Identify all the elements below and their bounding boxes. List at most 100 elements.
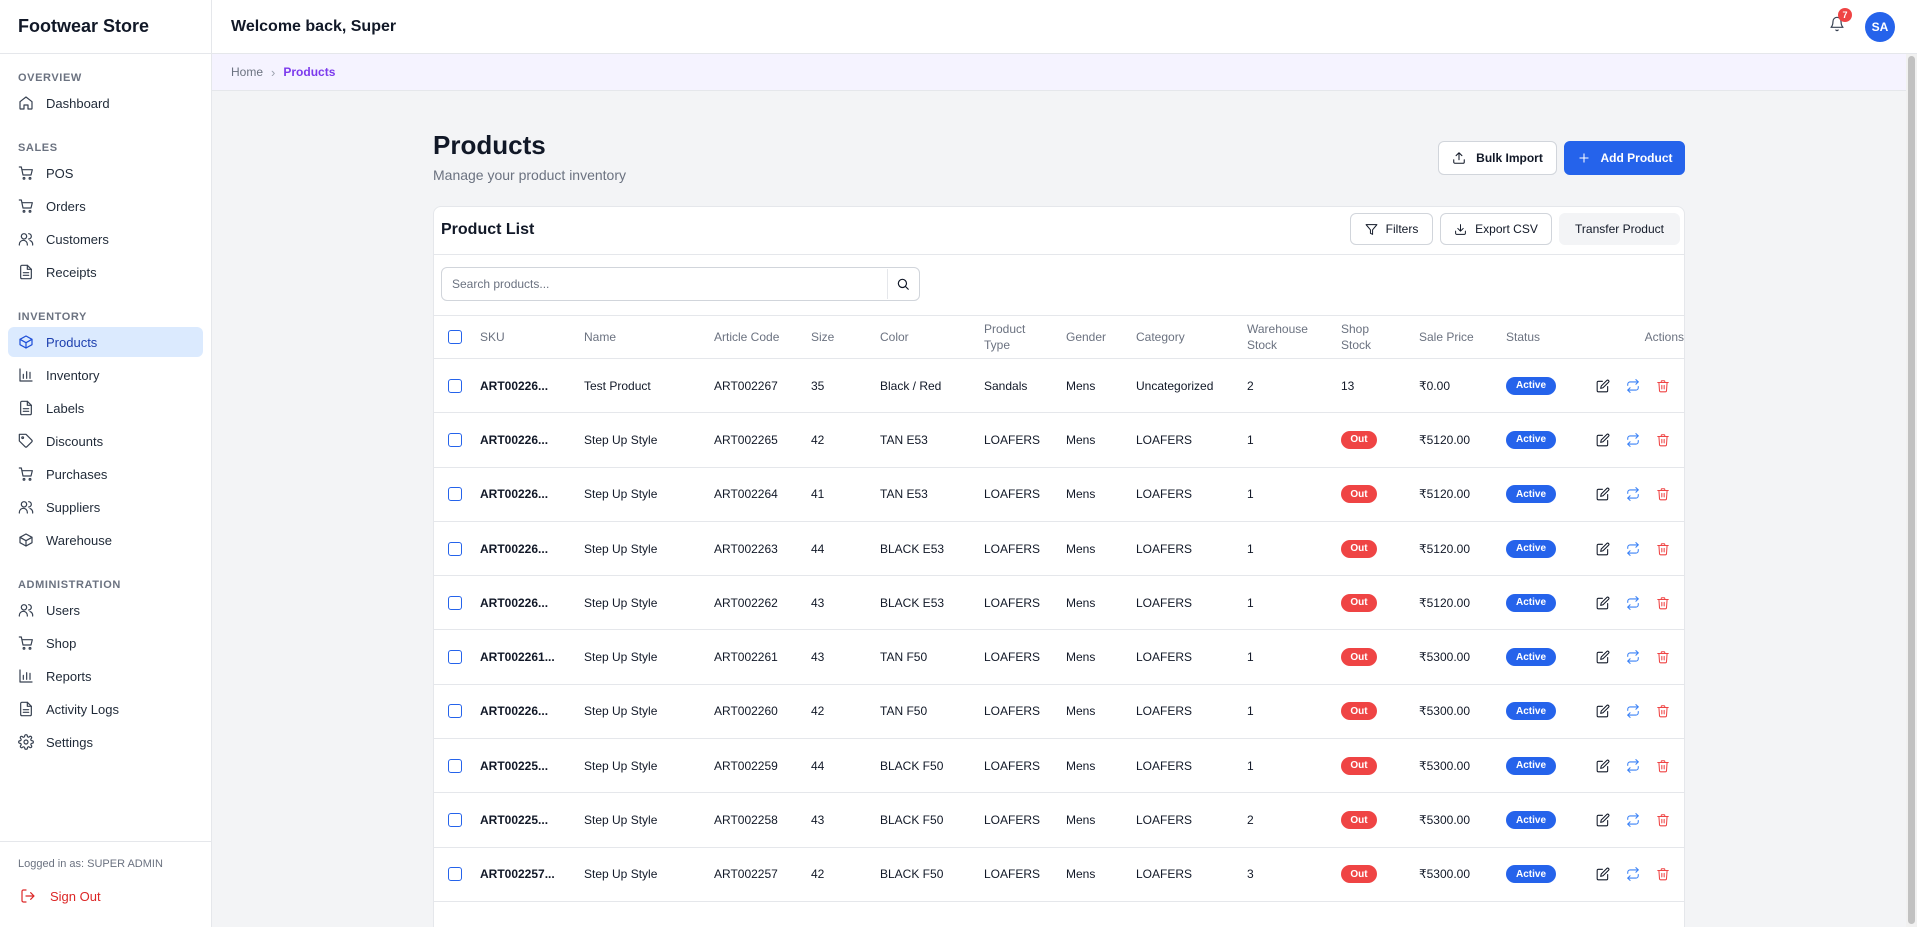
column-header-size[interactable]: Size: [811, 329, 880, 345]
edit-button[interactable]: [1594, 702, 1612, 720]
cell-size: 42: [811, 432, 825, 447]
sidebar-item-discounts[interactable]: Discounts: [8, 426, 203, 456]
add-product-button[interactable]: Add Product: [1564, 141, 1685, 175]
sidebar-item-purchases[interactable]: Purchases: [8, 459, 203, 489]
column-header-category[interactable]: Category: [1136, 329, 1247, 345]
column-header-sale-price[interactable]: Sale Price: [1419, 329, 1506, 345]
row-checkbox[interactable]: [448, 432, 462, 447]
sidebar-item-suppliers[interactable]: Suppliers: [8, 492, 203, 522]
sidebar-item-inventory[interactable]: Inventory: [8, 360, 203, 390]
row-checkbox[interactable]: [448, 813, 462, 828]
search-input[interactable]: [442, 268, 887, 300]
transfer-product-button[interactable]: Transfer Product: [1559, 213, 1680, 245]
column-header-color[interactable]: Color: [880, 329, 984, 345]
transfer-button[interactable]: [1624, 702, 1642, 720]
row-select-cell: [434, 813, 480, 828]
edit-button[interactable]: [1594, 648, 1612, 666]
transfer-button[interactable]: [1624, 431, 1642, 449]
bulk-import-button[interactable]: Bulk Import: [1438, 141, 1557, 175]
row-checkbox[interactable]: [448, 867, 462, 882]
delete-button[interactable]: [1654, 485, 1672, 503]
transfer-button[interactable]: [1624, 811, 1642, 829]
column-header-shop-stock[interactable]: Shop Stock: [1341, 321, 1419, 353]
sidebar-item-receipts[interactable]: Receipts: [8, 257, 203, 287]
transfer-button[interactable]: [1624, 540, 1642, 558]
select-all-checkbox[interactable]: [448, 330, 462, 344]
table-row: ART00225... Step Up Style ART002259 44 BLACK…: [434, 739, 1684, 794]
cell-color: BLACK F50: [880, 867, 944, 882]
delete-button[interactable]: [1654, 594, 1672, 612]
sidebar-item-settings[interactable]: Settings: [8, 727, 203, 757]
delete-button[interactable]: [1654, 377, 1672, 395]
column-header-warehouse-stock[interactable]: Warehouse Stock: [1247, 321, 1341, 353]
filters-button[interactable]: Filters: [1350, 213, 1433, 245]
edit-button[interactable]: [1594, 377, 1612, 395]
column-header-name[interactable]: Name: [584, 329, 714, 345]
sidebar-item-pos[interactable]: POS: [8, 158, 203, 188]
transfer-button[interactable]: [1624, 377, 1642, 395]
row-checkbox[interactable]: [448, 704, 462, 719]
column-header-product-type[interactable]: Product Type: [984, 321, 1066, 353]
table-body: ART00226... Test Product ART002267 35 Black …: [434, 359, 1684, 902]
column-header-sku[interactable]: SKU: [480, 329, 584, 345]
cell-sale-price: ₹5300.00: [1419, 704, 1471, 719]
row-checkbox[interactable]: [448, 541, 462, 556]
column-header-article-code[interactable]: Article Code: [714, 329, 811, 345]
avatar[interactable]: SA: [1865, 12, 1895, 42]
sidebar-item-users[interactable]: Users: [8, 595, 203, 625]
row-checkbox[interactable]: [448, 378, 462, 393]
select-all-cell: [434, 330, 480, 344]
scrollbar-thumb[interactable]: [1908, 56, 1915, 924]
delete-button[interactable]: [1654, 811, 1672, 829]
delete-button[interactable]: [1654, 702, 1672, 720]
edit-button[interactable]: [1594, 540, 1612, 558]
row-checkbox[interactable]: [448, 595, 462, 610]
breadcrumb-home-link[interactable]: Home: [231, 65, 263, 79]
transfer-icon: [1627, 704, 1639, 719]
cell-category: LOAFERS: [1136, 541, 1193, 556]
cell-shop-stock: Out: [1341, 539, 1419, 558]
sidebar-item-warehouse[interactable]: Warehouse: [8, 525, 203, 555]
status-badge: Active: [1506, 865, 1556, 884]
edit-button[interactable]: [1594, 757, 1612, 775]
delete-button[interactable]: [1654, 431, 1672, 449]
sidebar-item-shop[interactable]: Shop: [8, 628, 203, 658]
transfer-button[interactable]: [1624, 757, 1642, 775]
sidebar-item-labels[interactable]: Labels: [8, 393, 203, 423]
notifications-button[interactable]: 7: [1829, 8, 1852, 36]
row-checkbox[interactable]: [448, 487, 462, 502]
sidebar-item-products[interactable]: Products: [8, 327, 203, 357]
sidebar-item-activity-logs[interactable]: Activity Logs: [8, 694, 203, 724]
edit-button[interactable]: [1594, 485, 1612, 503]
column-header-status[interactable]: Status: [1506, 329, 1594, 345]
sidebar-item-dashboard[interactable]: Dashboard: [8, 88, 203, 118]
transfer-button[interactable]: [1624, 485, 1642, 503]
edit-button[interactable]: [1594, 594, 1612, 612]
delete-button[interactable]: [1654, 757, 1672, 775]
breadcrumb: Home › Products: [212, 54, 1917, 91]
out-of-stock-badge: Out: [1341, 430, 1377, 449]
export-csv-button[interactable]: Export CSV: [1440, 213, 1552, 245]
delete-button[interactable]: [1654, 648, 1672, 666]
cell-size: 44: [811, 541, 825, 556]
sidebar-item-label: Inventory: [46, 367, 100, 383]
row-checkbox[interactable]: [448, 650, 462, 665]
row-checkbox[interactable]: [448, 758, 462, 773]
sidebar-item-reports[interactable]: Reports: [8, 661, 203, 691]
cell-shop-stock: 13: [1341, 379, 1419, 393]
transfer-button[interactable]: [1624, 594, 1642, 612]
sign-out-button[interactable]: Sign Out: [0, 888, 211, 904]
edit-button[interactable]: [1594, 811, 1612, 829]
column-header-gender[interactable]: Gender: [1066, 329, 1136, 345]
sidebar-item-customers[interactable]: Customers: [8, 224, 203, 254]
delete-button[interactable]: [1654, 540, 1672, 558]
transfer-button[interactable]: [1624, 648, 1642, 666]
edit-button[interactable]: [1594, 431, 1612, 449]
page-scrollbar[interactable]: [1906, 54, 1917, 927]
delete-button[interactable]: [1654, 865, 1672, 883]
sidebar-item-orders[interactable]: Orders: [8, 191, 203, 221]
edit-button[interactable]: [1594, 865, 1612, 883]
cell-color: TAN E53: [880, 432, 928, 447]
search-button[interactable]: [887, 269, 917, 299]
transfer-button[interactable]: [1624, 865, 1642, 883]
